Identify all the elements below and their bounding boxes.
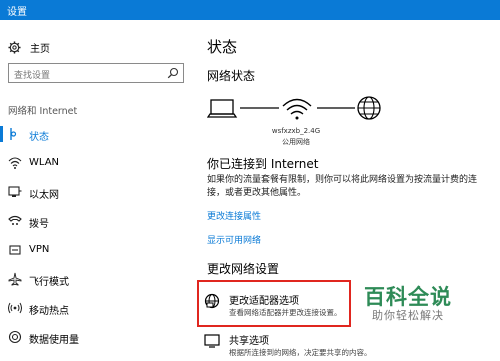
change-adapter-options[interactable]: 更改适配器选项 查看网络适配器并更改连接设置。 xyxy=(204,291,349,321)
data-usage-icon xyxy=(8,330,22,344)
show-available-networks-link[interactable]: 显示可用网络 xyxy=(207,233,261,246)
option-description: 根据所连接到的网络，决定要共享的内容。 xyxy=(229,348,372,357)
sharing-options[interactable]: 共享选项 根据所连接到的网络，决定要共享的内容。 xyxy=(204,331,372,361)
sidebar-item-hotspot[interactable]: 移动热点 xyxy=(0,298,197,318)
sidebar-item-label: WLAN xyxy=(29,157,60,168)
sidebar-item-vpn[interactable]: VPN xyxy=(0,240,197,260)
option-title: 共享选项 xyxy=(229,336,269,347)
sidebar-item-airplane[interactable]: 飞行模式 xyxy=(0,269,197,289)
sidebar-item-label: 拨号 xyxy=(29,219,49,230)
adapter-globe-icon xyxy=(204,293,220,309)
status-icon xyxy=(10,128,17,140)
sidebar-home[interactable]: 主页 xyxy=(8,39,50,55)
active-indicator xyxy=(0,126,3,142)
sidebar-item-label: VPN xyxy=(29,244,50,255)
sidebar-item-wlan[interactable]: WLAN xyxy=(0,153,197,173)
sidebar-item-label: 移动热点 xyxy=(29,306,69,317)
gear-icon xyxy=(8,40,21,54)
change-network-settings-heading: 更改网络设置 xyxy=(207,262,280,276)
dialup-icon xyxy=(8,215,22,225)
option-description: 查看网络适配器并更改连接设置。 xyxy=(229,308,342,317)
page-title: 状态 xyxy=(207,38,238,56)
sidebar-item-data-usage[interactable]: 数据使用量 xyxy=(0,327,197,347)
network-status-heading: 网络状态 xyxy=(207,69,256,83)
title-bar: 设置 xyxy=(0,0,500,20)
network-name: wsfxzxb_2.4G xyxy=(271,127,321,135)
hotspot-icon xyxy=(8,302,22,314)
sidebar-item-label: 数据使用量 xyxy=(29,335,79,346)
search-placeholder: 查找设置 xyxy=(14,71,51,81)
wifi-signal-icon xyxy=(282,98,312,120)
section-label: 网络和 Internet xyxy=(8,106,78,117)
search-icon xyxy=(167,67,179,79)
sidebar-item-label: 飞行模式 xyxy=(29,277,69,288)
change-connection-properties-link[interactable]: 更改连接属性 xyxy=(207,209,261,222)
window-title: 设置 xyxy=(7,7,27,18)
search-input[interactable]: 查找设置 xyxy=(8,63,184,83)
ethernet-icon xyxy=(8,186,22,197)
sidebar-item-label: 以太网 xyxy=(29,190,59,201)
sharing-icon xyxy=(204,334,220,348)
airplane-icon xyxy=(8,272,22,286)
watermark-slogan: 助你轻松解决 xyxy=(372,309,444,322)
sidebar-item-dialup[interactable]: 拨号 xyxy=(0,211,197,231)
connected-heading: 你已连接到 Internet xyxy=(207,157,319,171)
laptop-icon xyxy=(207,99,238,118)
option-title: 更改适配器选项 xyxy=(229,296,299,307)
wifi-icon xyxy=(8,157,22,169)
globe-icon xyxy=(357,96,381,120)
network-type: 公用网络 xyxy=(282,138,310,146)
sidebar-item-label: 状态 xyxy=(29,132,49,143)
vpn-icon xyxy=(9,245,21,255)
sidebar-item-status[interactable]: 状态 xyxy=(0,124,197,144)
home-label: 主页 xyxy=(30,43,50,55)
connected-description: 如果你的流量套餐有限制，则你可以将此网络设置为按流量计费的连接，或者更改其他属性… xyxy=(207,175,478,198)
sidebar-item-ethernet[interactable]: 以太网 xyxy=(0,182,197,202)
network-diagram xyxy=(207,96,381,120)
